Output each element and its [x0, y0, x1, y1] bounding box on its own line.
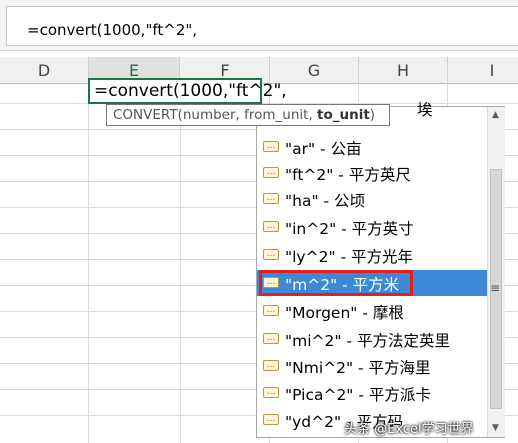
column-header-h[interactable]: H	[359, 57, 448, 83]
list-item-label: "ha" - 公顷	[285, 192, 366, 210]
formula-input[interactable]: =convert(1000,"ft^2",	[6, 6, 518, 46]
list-item-label: "Nmi^2" - 平方海里	[285, 359, 431, 377]
active-cell-editor[interactable]: =convert(1000,"ft^2",	[88, 78, 287, 104]
unit-icon: …	[263, 414, 279, 425]
list-item-label: "ar" - 公亩	[285, 140, 362, 158]
formula-text: =convert(1000,"ft^2",	[27, 21, 198, 39]
column-header-i[interactable]: I	[448, 57, 518, 83]
red-highlight-box	[259, 270, 413, 296]
column-header-d[interactable]: D	[0, 57, 89, 83]
scroll-up-icon[interactable]: ▲	[492, 110, 499, 120]
dropdown-scrollbar[interactable]: ▲ ≡ ▼	[487, 107, 505, 437]
list-item-label: "mi^2" - 平方法定英里	[285, 332, 450, 350]
list-item-label: "Morgen" - 摩根	[285, 304, 404, 322]
list-item-pica2[interactable]: … "Pica^2" - 平方派卡	[257, 380, 487, 406]
list-item-in2[interactable]: … "in^2" - 平方英寸	[257, 214, 487, 240]
tooltip-current-arg: to_unit	[317, 107, 370, 123]
list-item-partial-label: 埃	[417, 101, 433, 119]
function-tooltip: CONVERT(number, from_unit, to_unit)	[106, 104, 390, 126]
watermark: 头条 @Excel学习世界	[344, 422, 474, 437]
autocomplete-dropdown[interactable]: 埃 … "ar" - 公亩 … "ft^2" - 平方英尺 … "ha" - 公…	[256, 101, 505, 438]
list-item-m2-selected[interactable]: … "m^2" - 平方米	[257, 270, 487, 296]
list-item-ly2[interactable]: … "ly^2" - 平方光年	[257, 242, 487, 268]
unit-icon: …	[263, 141, 279, 152]
unit-icon: …	[263, 249, 279, 260]
list-item-ft2[interactable]: … "ft^2" - 平方英尺	[257, 160, 487, 186]
list-item-label: "ft^2" - 平方英尺	[285, 166, 411, 184]
list-item-label: "in^2" - 平方英寸	[285, 220, 414, 238]
list-item-mi2[interactable]: … "mi^2" - 平方法定英里	[257, 326, 487, 352]
unit-icon: …	[263, 387, 279, 398]
unit-icon: …	[263, 193, 279, 204]
list-item-label: "Pica^2" - 平方派卡	[285, 386, 431, 404]
unit-icon: …	[263, 305, 279, 316]
column-header-g[interactable]: G	[270, 57, 359, 83]
list-item-nmi2[interactable]: … "Nmi^2" - 平方海里	[257, 353, 487, 379]
unit-icon: …	[263, 221, 279, 232]
tooltip-end: )	[369, 107, 376, 123]
unit-icon: …	[263, 360, 279, 371]
unit-icon: …	[263, 167, 279, 178]
list-item-morgen[interactable]: … "Morgen" - 摩根	[257, 298, 487, 324]
list-item-ha[interactable]: … "ha" - 公顷	[257, 186, 487, 212]
list-item-label: "ly^2" - 平方光年	[285, 248, 414, 266]
formula-bar: =convert(1000,"ft^2",	[0, 0, 518, 51]
list-item-ar[interactable]: … "ar" - 公亩	[257, 134, 487, 160]
tooltip-signature: CONVERT(number, from_unit,	[113, 107, 318, 123]
scroll-down-icon[interactable]: ▼	[492, 423, 499, 433]
scroll-grip-icon: ≡	[490, 281, 501, 295]
unit-icon: …	[263, 333, 279, 344]
